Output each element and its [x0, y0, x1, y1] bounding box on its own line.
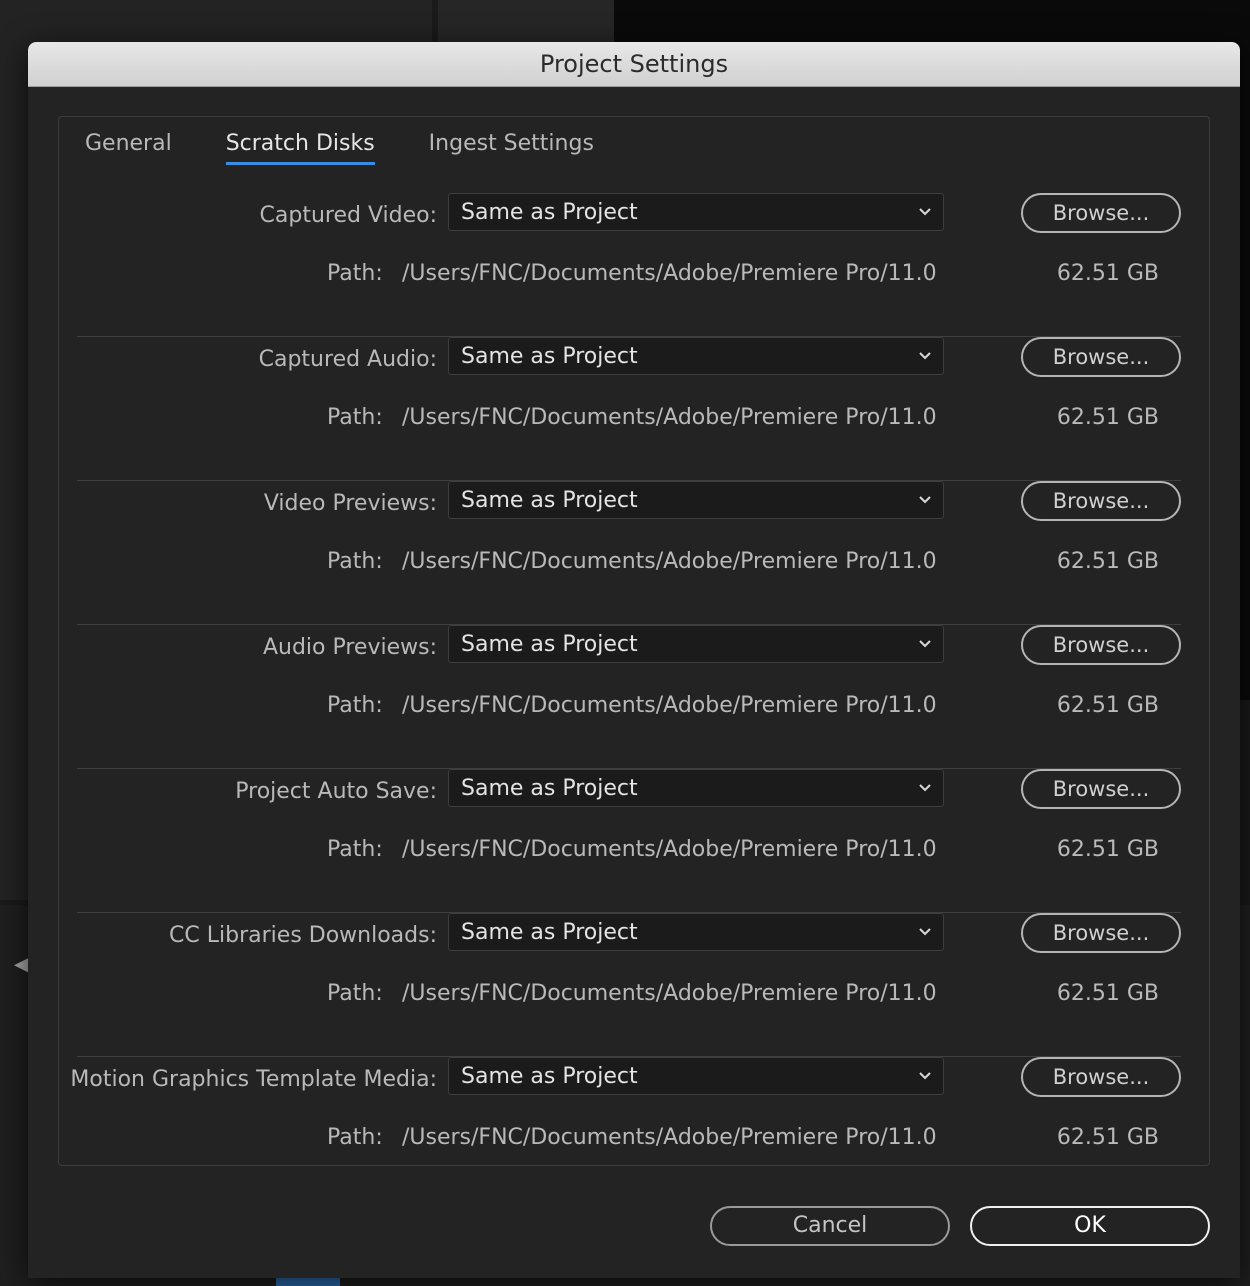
path-label: Path:	[327, 261, 383, 286]
path-value: /Users/FNC/Documents/Adobe/Premiere Pro/…	[402, 837, 937, 862]
tab-bar: General Scratch Disks Ingest Settings	[85, 131, 648, 165]
path-label: Path:	[327, 837, 383, 862]
chevron-down-icon	[917, 924, 933, 940]
settings-content-panel: General Scratch Disks Ingest Settings Ca…	[58, 116, 1210, 1166]
row-label: Captured Video:	[259, 203, 437, 228]
audio-previews-location-select[interactable]: Same as Project	[448, 625, 944, 663]
cc-libraries-downloads-browse-button[interactable]: Browse...	[1021, 913, 1181, 953]
row-label: Captured Audio:	[258, 347, 437, 372]
motion-graphics-template-media-location-select[interactable]: Same as Project	[448, 1057, 944, 1095]
select-value: Same as Project	[461, 920, 638, 945]
path-label: Path:	[327, 981, 383, 1006]
free-space-value: 62.51 GB	[1056, 549, 1159, 574]
chevron-down-icon	[917, 348, 933, 364]
audio-previews-browse-button[interactable]: Browse...	[1021, 625, 1181, 665]
tab-scratch-disks[interactable]: Scratch Disks	[225, 131, 375, 165]
chevron-down-icon	[917, 492, 933, 508]
captured-video-browse-button[interactable]: Browse...	[1021, 193, 1181, 233]
path-label: Path:	[327, 405, 383, 430]
cc-libraries-downloads-location-select[interactable]: Same as Project	[448, 913, 944, 951]
video-previews-location-select[interactable]: Same as Project	[448, 481, 944, 519]
path-value: /Users/FNC/Documents/Adobe/Premiere Pro/…	[402, 261, 937, 286]
select-value: Same as Project	[461, 1064, 638, 1089]
scratch-disk-row-audio-previews: Audio Previews: Same as Project Browse... P…	[77, 625, 1181, 769]
ok-button[interactable]: OK	[970, 1206, 1210, 1246]
project-settings-dialog: Project Settings General Scratch Disks I…	[28, 42, 1240, 1278]
video-previews-browse-button[interactable]: Browse...	[1021, 481, 1181, 521]
free-space-value: 62.51 GB	[1056, 837, 1159, 862]
chevron-down-icon	[917, 1068, 933, 1084]
scratch-disk-row-motion-graphics-template-media: Motion Graphics Template Media: Same as P…	[70, 1057, 1181, 1201]
path-value: /Users/FNC/Documents/Adobe/Premiere Pro/…	[402, 693, 937, 718]
select-value: Same as Project	[461, 776, 638, 801]
path-label: Path:	[327, 1125, 383, 1150]
row-label: Video Previews:	[263, 491, 437, 516]
path-label: Path:	[327, 693, 383, 718]
free-space-value: 62.51 GB	[1056, 693, 1159, 718]
project-auto-save-browse-button[interactable]: Browse...	[1021, 769, 1181, 809]
path-value: /Users/FNC/Documents/Adobe/Premiere Pro/…	[402, 981, 937, 1006]
motion-graphics-template-media-browse-button[interactable]: Browse...	[1021, 1057, 1181, 1097]
tab-ingest-settings[interactable]: Ingest Settings	[429, 131, 594, 165]
path-value: /Users/FNC/Documents/Adobe/Premiere Pro/…	[402, 1125, 937, 1150]
select-value: Same as Project	[461, 200, 638, 225]
row-label: CC Libraries Downloads:	[169, 923, 437, 948]
select-value: Same as Project	[461, 344, 638, 369]
free-space-value: 62.51 GB	[1056, 981, 1159, 1006]
path-label: Path:	[327, 549, 383, 574]
chevron-down-icon	[917, 204, 933, 220]
tab-general[interactable]: General	[85, 131, 172, 165]
free-space-value: 62.51 GB	[1056, 405, 1159, 430]
scratch-disk-row-project-auto-save: Project Auto Save: Same as Project Browse.…	[77, 769, 1181, 913]
cancel-button[interactable]: Cancel	[710, 1206, 950, 1246]
captured-audio-location-select[interactable]: Same as Project	[448, 337, 944, 375]
free-space-value: 62.51 GB	[1056, 261, 1159, 286]
project-auto-save-location-select[interactable]: Same as Project	[448, 769, 944, 807]
row-label: Audio Previews:	[262, 635, 437, 660]
row-label: Motion Graphics Template Media:	[70, 1067, 437, 1092]
captured-video-location-select[interactable]: Same as Project	[448, 193, 944, 231]
free-space-value: 62.51 GB	[1056, 1125, 1159, 1150]
chevron-down-icon	[917, 780, 933, 796]
select-value: Same as Project	[461, 488, 638, 513]
scratch-disk-row-captured-audio: Captured Audio: Same as Project Browse... P…	[77, 337, 1181, 481]
chevron-down-icon	[917, 636, 933, 652]
select-value: Same as Project	[461, 632, 638, 657]
scratch-disk-row-video-previews: Video Previews: Same as Project Browse... P…	[77, 481, 1181, 625]
scratch-disk-row-cc-libraries-downloads: CC Libraries Downloads: Same as Project Br…	[77, 913, 1181, 1057]
captured-audio-browse-button[interactable]: Browse...	[1021, 337, 1181, 377]
path-value: /Users/FNC/Documents/Adobe/Premiere Pro/…	[402, 405, 937, 430]
row-label: Project Auto Save:	[235, 779, 437, 804]
path-value: /Users/FNC/Documents/Adobe/Premiere Pro/…	[402, 549, 937, 574]
dialog-title: Project Settings	[28, 42, 1240, 87]
scratch-disk-row-captured-video: Captured Video: Same as Project Browse... P…	[77, 193, 1181, 337]
